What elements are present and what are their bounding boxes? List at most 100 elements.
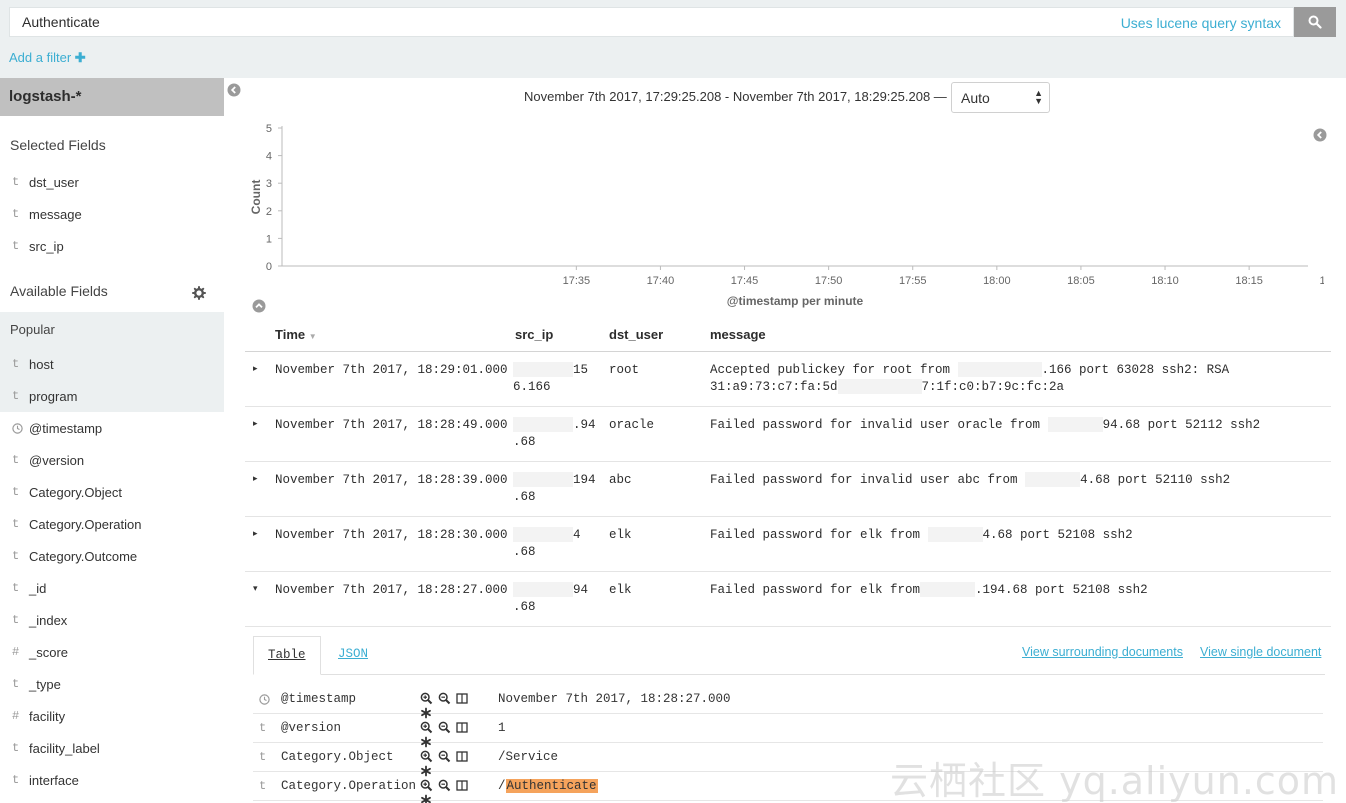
tab-json[interactable]: JSON: [338, 647, 368, 661]
string-type-icon: t: [12, 175, 20, 189]
table-row[interactable]: ▸ November 7th 2017, 18:28:49.000 .94 .68 or…: [245, 407, 1331, 462]
filter-for-value-icon[interactable]: [420, 779, 433, 792]
caret-right-icon[interactable]: ▸: [253, 473, 258, 484]
filter-out-value-icon[interactable]: [438, 750, 451, 763]
src-ip-part: 94: [573, 583, 589, 597]
table-row[interactable]: ▾ November 7th 2017, 18:28:27.000 94.68 elk…: [245, 572, 1331, 627]
popular-heading: Popular: [10, 322, 55, 337]
field-action-icons: [420, 750, 490, 777]
column-header-dst-user[interactable]: dst_user: [609, 327, 663, 342]
field-item-category-outcome[interactable]: t Category.Outcome: [0, 541, 224, 573]
caret-right-icon[interactable]: ▸: [253, 363, 258, 374]
string-type-icon: t: [12, 773, 20, 787]
caret-down-icon[interactable]: ▾: [253, 583, 258, 594]
field-action-icons: [420, 779, 490, 803]
field-name: _index: [29, 613, 68, 628]
toggle-column-icon[interactable]: [456, 779, 469, 792]
field-name: interface: [29, 773, 79, 788]
value-text: /Service: [498, 750, 559, 764]
collapse-chart-up-icon[interactable]: [252, 299, 266, 313]
sort-down-icon[interactable]: ▼: [309, 332, 317, 341]
src-ip-part: .68: [513, 435, 536, 449]
cell-src-ip: .94 .68: [513, 417, 596, 451]
message-part: Accepted publickey for root from: [710, 363, 958, 377]
detail-field-value: November 7th 2017, 18:28:27.000: [498, 692, 731, 706]
detail-field-name: @version: [281, 721, 342, 735]
string-type-icon: t: [12, 677, 20, 691]
query-bar: Authenticate Uses lucene query syntax Ad…: [0, 0, 1346, 78]
collapse-sidebar-icon[interactable]: [227, 83, 241, 97]
value-text: November 7th 2017, 18:28:27.000: [498, 692, 731, 706]
y-tick-label: 5: [266, 123, 272, 135]
x-tick-label: 17:40: [647, 275, 675, 287]
field-item-host[interactable]: t host: [0, 349, 224, 381]
filter-out-value-icon[interactable]: [438, 692, 451, 705]
filter-for-value-icon[interactable]: [420, 721, 433, 734]
histogram-chart[interactable]: 0 1 2 3 4 5 17:35 17:40 17:45 17:50 17:55 18:00 18:0…: [224, 118, 1324, 308]
view-single-document-link[interactable]: View single document: [1200, 645, 1321, 659]
add-filter-link[interactable]: Add a filter ✚: [9, 50, 86, 66]
search-highlight: Authenticate: [505, 779, 598, 793]
message-part: 4.68 port 52110 ssh2: [1080, 473, 1231, 487]
field-item-version[interactable]: t @version: [0, 445, 224, 477]
caret-right-icon[interactable]: ▸: [253, 418, 258, 429]
message-part: Failed password for elk from: [710, 528, 928, 542]
x-axis-title: @timestamp per minute: [727, 294, 864, 308]
detail-field-name: Category.Operation: [281, 779, 417, 793]
field-action-icons: [420, 721, 490, 748]
table-row[interactable]: ▸ November 7th 2017, 18:28:30.000 4.68 elk F…: [245, 517, 1331, 572]
gear-icon[interactable]: [192, 286, 206, 300]
watermark: 云栖社区 yq.aliyun.com: [890, 759, 1340, 803]
filter-for-value-icon[interactable]: [420, 750, 433, 763]
filter-for-value-icon[interactable]: [420, 692, 433, 705]
caret-right-icon[interactable]: ▸: [253, 528, 258, 539]
column-header-time[interactable]: Time ▼: [275, 327, 317, 342]
filter-out-value-icon[interactable]: [438, 779, 451, 792]
index-pattern-selector[interactable]: logstash-*: [0, 78, 224, 116]
search-button[interactable]: [1294, 7, 1336, 37]
field-name: facility_label: [29, 741, 100, 756]
field-item-facility-label[interactable]: t facility_label: [0, 733, 224, 765]
field-item-message[interactable]: t message: [0, 199, 224, 231]
search-box[interactable]: Authenticate Uses lucene query syntax: [9, 7, 1294, 37]
src-ip-part: 6.166: [513, 380, 551, 394]
column-header-src-ip[interactable]: src_ip: [515, 327, 553, 342]
field-item-program[interactable]: t program: [0, 381, 224, 413]
toggle-column-icon[interactable]: [456, 750, 469, 763]
table-row[interactable]: ▸ November 7th 2017, 18:28:39.000 194.68 ab…: [245, 462, 1331, 517]
x-tick-label: 18:00: [983, 275, 1011, 287]
field-item-interface[interactable]: t interface: [0, 765, 224, 797]
view-surrounding-documents-link[interactable]: View surrounding documents: [1022, 645, 1183, 659]
field-item-id[interactable]: t _id: [0, 573, 224, 605]
cell-time: November 7th 2017, 18:28:49.000: [275, 418, 508, 432]
table-row[interactable]: ▸ November 7th 2017, 18:29:01.000 15 6.166 r…: [245, 352, 1331, 407]
field-name: Category.Object: [29, 485, 122, 500]
field-item-category-operation[interactable]: t Category.Operation: [0, 509, 224, 541]
cell-message: Failed password for invalid user abc fro…: [710, 472, 1230, 489]
lucene-syntax-link[interactable]: Uses lucene query syntax: [1121, 15, 1281, 31]
tab-table[interactable]: Table: [253, 636, 321, 675]
field-item-type[interactable]: t _type: [0, 669, 224, 701]
filter-exists-icon[interactable]: [420, 794, 433, 803]
search-input[interactable]: Authenticate: [22, 14, 100, 30]
interval-select[interactable]: Auto ▲ ▼: [951, 82, 1050, 113]
field-item-facility[interactable]: # facility: [0, 701, 224, 733]
field-item-index[interactable]: t _index: [0, 605, 224, 637]
field-item-score[interactable]: # _score: [0, 637, 224, 669]
toggle-column-icon[interactable]: [456, 692, 469, 705]
field-item-dst-user[interactable]: t dst_user: [0, 167, 224, 199]
toggle-column-icon[interactable]: [456, 721, 469, 734]
cell-message: Failed password for elk from .194.68 port…: [710, 582, 1148, 599]
collapse-chart-right-icon[interactable]: [1313, 128, 1327, 142]
cell-dst-user: elk: [609, 528, 632, 542]
filter-out-value-icon[interactable]: [438, 721, 451, 734]
field-item-timestamp[interactable]: @timestamp: [0, 413, 224, 445]
tabs-divider: [253, 674, 1325, 675]
redacted-block: [927, 527, 983, 543]
field-item-category-object[interactable]: t Category.Object: [0, 477, 224, 509]
field-item-src-ip[interactable]: t src_ip: [0, 231, 224, 263]
column-header-message[interactable]: message: [710, 327, 766, 342]
message-part: Failed password for invalid user abc fro…: [710, 473, 1026, 487]
cell-src-ip: 194.68: [513, 472, 596, 506]
detail-field-value: /Authenticate: [498, 779, 598, 793]
